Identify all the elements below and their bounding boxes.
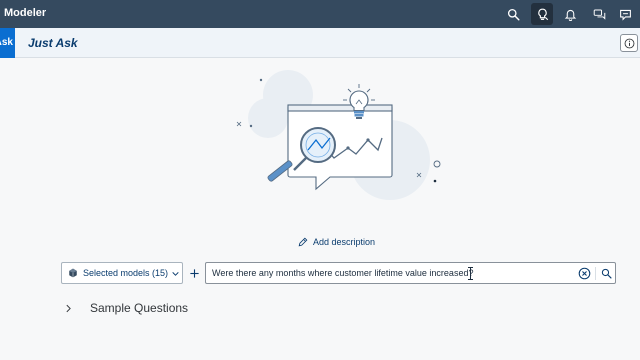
feedback-icon (619, 9, 631, 21)
bell-icon (564, 9, 576, 21)
query-field[interactable] (205, 262, 616, 284)
selected-models-button[interactable]: Selected models (15) (61, 262, 183, 284)
shell-notifications-button[interactable] (559, 3, 581, 25)
query-divider (595, 267, 596, 280)
text-cursor-icon (468, 267, 473, 280)
query-bar: Selected models (15) (61, 262, 616, 284)
query-input[interactable] (212, 263, 572, 283)
info-icon (624, 38, 634, 48)
cube-icon (69, 268, 77, 278)
ask-tab[interactable]: Ask (0, 28, 15, 58)
search-icon (507, 8, 520, 21)
page-title: Just Ask (28, 36, 78, 50)
shell-assistant-button[interactable] (531, 3, 553, 25)
add-description-label: Add description (313, 237, 376, 247)
lightbulb-assistant-icon (537, 8, 548, 20)
shell-chat-button[interactable] (588, 3, 610, 25)
sample-questions-label: Sample Questions (90, 301, 189, 315)
chat-icon (593, 9, 605, 20)
submit-query-button[interactable] (600, 267, 613, 280)
add-description-link[interactable]: Add description (298, 237, 375, 247)
ask-tab-label: Ask (0, 37, 13, 48)
empty-state-illustration (236, 70, 441, 200)
clear-query-button[interactable] (578, 267, 591, 280)
search-icon (601, 268, 612, 279)
selected-models-label: Selected models (15) (83, 268, 169, 278)
chevron-down-icon (172, 271, 179, 276)
shell-feedback-button[interactable] (614, 3, 636, 25)
app-title[interactable]: Modeler (4, 7, 46, 19)
sample-questions-toggle[interactable]: Sample Questions (64, 301, 188, 315)
info-button[interactable] (620, 34, 638, 52)
page-header: Ask Just Ask (0, 28, 640, 58)
shell-search-button[interactable] (502, 3, 524, 25)
pencil-icon (298, 237, 308, 247)
plus-icon (189, 268, 199, 278)
chevron-right-icon (66, 304, 71, 312)
add-model-button[interactable] (185, 262, 203, 284)
shell-bar: Modeler (0, 0, 640, 28)
clear-circle-icon (578, 267, 591, 280)
